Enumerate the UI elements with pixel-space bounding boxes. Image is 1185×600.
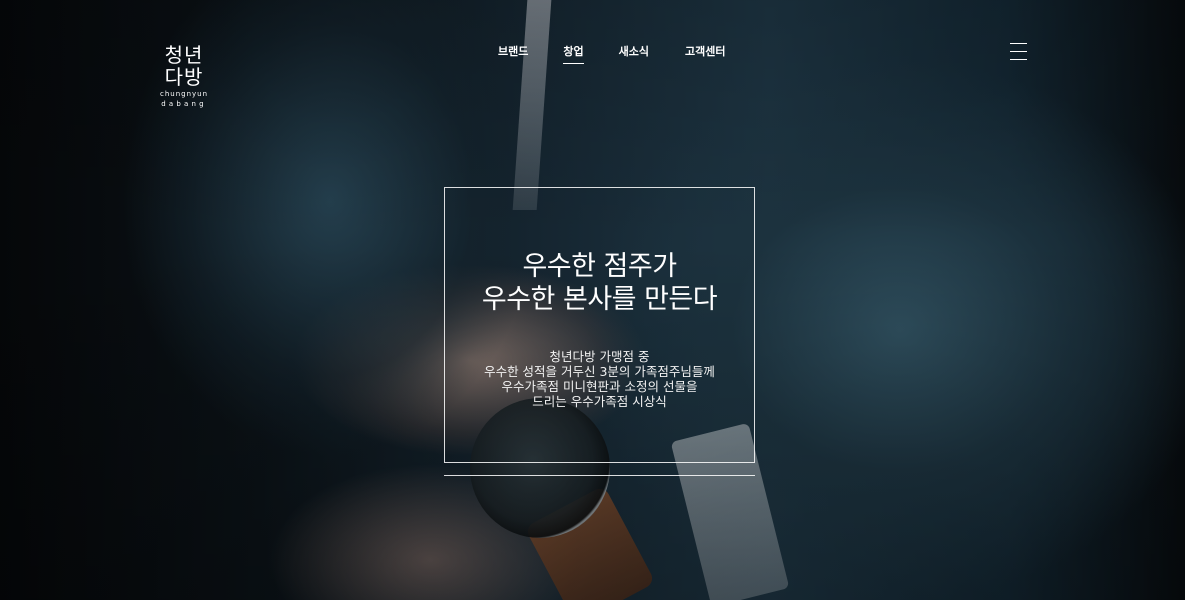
desc-line: 드리는 우수가족점 시상식 (532, 394, 667, 409)
nav-item-news[interactable]: 새소식 (619, 43, 649, 64)
desc-line: 우수가족점 미니현판과 소정의 선물을 (501, 379, 698, 394)
hamburger-line (1010, 51, 1027, 52)
desc-line: 우수한 성적을 거두신 3분의 가족점주님들께 (484, 364, 715, 379)
nav-item-customer-center[interactable]: 고객센터 (685, 43, 725, 64)
headline-line-1: 우수한 점주가 (522, 251, 677, 282)
nav-item-startup[interactable]: 창업 (563, 43, 584, 64)
hamburger-line (1010, 59, 1027, 60)
hero-text-box: 우수한 점주가 우수한 본사를 만든다 청년다방 가맹점 중 우수한 성적을 거… (444, 187, 755, 463)
brand-logo[interactable]: 청년 다방 chungnyun dabang (160, 44, 208, 108)
hero-divider (444, 475, 755, 476)
logo-line-1: 청년 (164, 43, 204, 67)
hero-description: 청년다방 가맹점 중 우수한 성적을 거두신 3분의 가족점주님들께 우수가족점… (445, 349, 754, 409)
logo-sub-1: chungnyun (160, 90, 209, 98)
hero-headline: 우수한 점주가 우수한 본사를 만든다 (445, 250, 754, 316)
headline-line-2: 우수한 본사를 만든다 (481, 284, 718, 315)
hamburger-menu-icon[interactable] (1010, 43, 1027, 60)
logo-sub-2: dabang (161, 100, 207, 108)
main-nav: 브랜드 창업 새소식 고객센터 (498, 43, 725, 64)
desc-line: 청년다방 가맹점 중 (549, 349, 650, 364)
hamburger-line (1010, 43, 1027, 44)
nav-item-brand[interactable]: 브랜드 (498, 43, 528, 64)
logo-line-2: 다방 (164, 65, 204, 89)
